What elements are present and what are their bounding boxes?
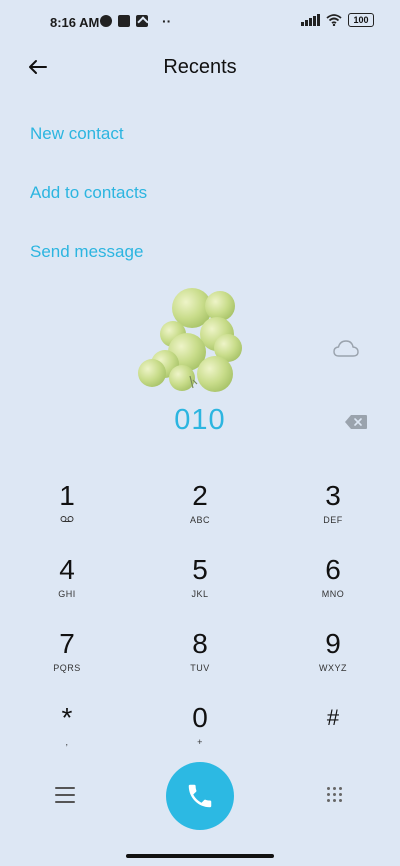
key-letters: TUV: [190, 663, 210, 673]
key-digit: 1: [59, 480, 75, 511]
upload-notification-icon: [136, 15, 148, 27]
signal-icon: [301, 14, 320, 26]
key-0[interactable]: 0 +: [150, 700, 250, 764]
key-6[interactable]: 6 MNO: [283, 552, 383, 616]
battery-indicator: 100: [348, 13, 374, 27]
page-title: Recents: [163, 56, 237, 78]
backspace-icon[interactable]: [344, 414, 368, 430]
key-9[interactable]: 9 WXYZ: [283, 626, 383, 690]
key-letters: DEF: [323, 515, 343, 525]
status-bar: 8:16 AM ·· 100: [0, 0, 400, 44]
key-letters: GHI: [58, 589, 76, 599]
app-notification-icon: [100, 15, 112, 27]
more-notifications-icon: ··: [162, 13, 172, 29]
key-letters: ABC: [189, 515, 210, 525]
voicemail-icon: [17, 514, 117, 526]
key-7[interactable]: 7 PQRS: [17, 626, 117, 690]
key-letters: MNO: [321, 589, 345, 599]
key-8[interactable]: 8 TUV: [150, 626, 250, 690]
key-5[interactable]: 5 JKL: [150, 552, 250, 616]
system-status: 100: [301, 13, 374, 27]
key-digit: 0: [192, 702, 208, 733]
dialpad-icon[interactable]: [326, 786, 344, 804]
grapes-image: [138, 288, 242, 392]
key-digit: *: [61, 702, 73, 733]
key-letters: ,: [65, 737, 69, 747]
key-digit: 5: [192, 554, 208, 585]
key-digit: #: [326, 705, 340, 730]
cloud-icon[interactable]: [332, 338, 360, 360]
key-hash[interactable]: #: [283, 700, 383, 764]
key-1[interactable]: 1: [17, 478, 117, 542]
send-message-link[interactable]: Send message: [30, 242, 143, 262]
key-letters: +: [197, 737, 203, 747]
menu-icon[interactable]: [55, 787, 75, 803]
new-contact-link[interactable]: New contact: [30, 124, 124, 144]
dialed-number: 010: [174, 404, 226, 436]
key-letters: JKL: [191, 589, 209, 599]
notification-icons: ··: [100, 13, 172, 29]
square-notification-icon: [118, 15, 130, 27]
key-digit: 6: [325, 554, 341, 585]
wifi-icon: [326, 14, 342, 26]
key-4[interactable]: 4 GHI: [17, 552, 117, 616]
status-time: 8:16 AM: [50, 15, 100, 30]
key-digit: 2: [192, 480, 208, 511]
phone-icon: [188, 784, 212, 808]
key-digit: 9: [325, 628, 341, 659]
key-digit: 8: [192, 628, 208, 659]
key-2[interactable]: 2 ABC: [150, 478, 250, 542]
key-letters: WXYZ: [319, 663, 347, 673]
key-digit: 7: [59, 628, 75, 659]
key-digit: 3: [325, 480, 341, 511]
key-letters: PQRS: [53, 663, 81, 673]
key-3[interactable]: 3 DEF: [283, 478, 383, 542]
home-indicator[interactable]: [126, 854, 274, 858]
add-to-contacts-link[interactable]: Add to contacts: [30, 183, 147, 203]
key-star[interactable]: * ,: [17, 700, 117, 764]
key-digit: 4: [59, 554, 75, 585]
call-button[interactable]: [166, 762, 234, 830]
